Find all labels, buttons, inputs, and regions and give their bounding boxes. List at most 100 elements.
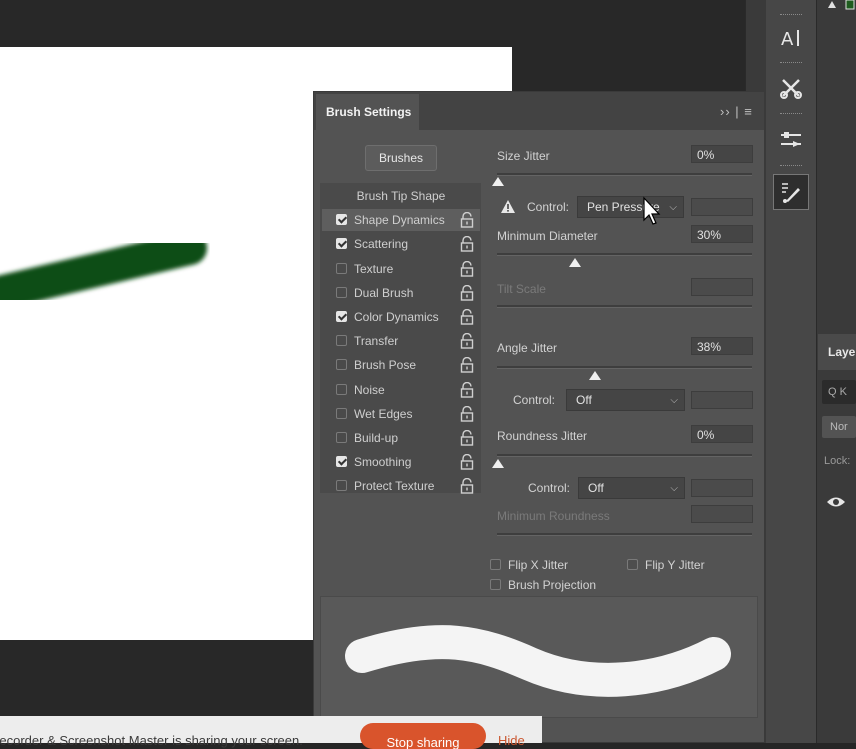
brush-option-label: Transfer bbox=[354, 334, 399, 348]
size-jitter-slider[interactable] bbox=[497, 173, 752, 176]
brush-option-checkbox[interactable] bbox=[336, 408, 347, 419]
brush-settings-icon[interactable] bbox=[773, 174, 809, 210]
mouse-cursor-icon bbox=[643, 196, 661, 225]
blend-mode-select[interactable]: Nor bbox=[822, 416, 856, 438]
brush-option-checkbox[interactable] bbox=[336, 384, 347, 395]
adjustments-icon[interactable] bbox=[770, 122, 812, 158]
lock-icon[interactable] bbox=[460, 430, 474, 446]
minimum-diameter-slider[interactable] bbox=[497, 253, 752, 256]
angle-jitter-field[interactable]: 38% bbox=[691, 337, 753, 355]
tilt-scale-slider bbox=[497, 305, 752, 308]
brush-option-item[interactable]: Protect Texture bbox=[322, 475, 480, 497]
brush-option-label: Texture bbox=[354, 262, 394, 276]
grip-handle[interactable] bbox=[780, 14, 802, 18]
tools-icon[interactable] bbox=[770, 70, 812, 106]
size-jitter-slider-thumb[interactable] bbox=[492, 177, 504, 186]
brush-option-checkbox[interactable] bbox=[336, 214, 347, 225]
lock-icon[interactable] bbox=[460, 309, 474, 325]
document-tab-icon bbox=[828, 0, 855, 10]
brush-option-item[interactable]: Wet Edges bbox=[322, 403, 480, 425]
brush-option-item[interactable]: Brush Pose bbox=[322, 354, 480, 376]
lock-icon[interactable] bbox=[460, 454, 474, 470]
chevron-down-icon: ⌵ bbox=[670, 483, 678, 494]
brush-option-item[interactable]: Dual Brush bbox=[322, 282, 480, 304]
lock-icon[interactable] bbox=[460, 212, 474, 228]
minimum-diameter-field[interactable]: 30% bbox=[691, 225, 753, 243]
minimum-roundness-label: Minimum Roundness bbox=[497, 509, 610, 523]
angle-jitter-slider[interactable] bbox=[497, 366, 752, 369]
lock-icon[interactable] bbox=[460, 333, 474, 349]
minimum-diameter-slider-thumb[interactable] bbox=[569, 258, 581, 267]
layers-filter-input[interactable]: Q K bbox=[822, 380, 856, 404]
brush-option-checkbox[interactable] bbox=[336, 432, 347, 443]
panel-menu-icon[interactable]: ›› | ≡ bbox=[720, 104, 753, 119]
roundness-jitter-field[interactable]: 0% bbox=[691, 425, 753, 443]
brush-option-item[interactable]: Texture bbox=[322, 258, 480, 280]
roundness-jitter-label: Roundness Jitter bbox=[497, 429, 588, 443]
brush-projection-checkbox[interactable] bbox=[490, 579, 501, 590]
flip-y-label: Flip Y Jitter bbox=[645, 558, 705, 572]
hide-link[interactable]: Hide bbox=[498, 733, 525, 748]
angle-control-label: Control: bbox=[513, 393, 556, 407]
roundness-control-label: Control: bbox=[528, 481, 571, 495]
brush-tip-shape-header[interactable]: Brush Tip Shape bbox=[322, 185, 480, 207]
brush-option-item[interactable]: Noise bbox=[322, 379, 480, 401]
brush-option-item[interactable]: Shape Dynamics bbox=[322, 209, 480, 231]
tab-brush-settings[interactable]: Brush Settings bbox=[316, 94, 419, 130]
eye-icon[interactable] bbox=[826, 494, 846, 510]
flip-x-label: Flip X Jitter bbox=[508, 558, 569, 572]
lock-icon[interactable] bbox=[460, 382, 474, 398]
brush-option-label: Protect Texture bbox=[354, 479, 435, 493]
lock-icon[interactable] bbox=[460, 478, 474, 494]
brush-option-checkbox[interactable] bbox=[336, 456, 347, 467]
angle-control-dropdown[interactable]: Off ⌵ bbox=[566, 389, 685, 411]
minimum-roundness-field bbox=[691, 505, 753, 523]
grip-handle[interactable] bbox=[780, 113, 802, 117]
lock-icon[interactable] bbox=[460, 285, 474, 301]
brush-option-checkbox[interactable] bbox=[336, 238, 347, 249]
angle-control-value: Off bbox=[576, 393, 592, 407]
brush-option-checkbox[interactable] bbox=[336, 359, 347, 370]
brush-option-checkbox[interactable] bbox=[336, 287, 347, 298]
brush-option-checkbox[interactable] bbox=[336, 335, 347, 346]
roundness-control-extra-field bbox=[691, 479, 753, 497]
brush-option-label: Brush Tip Shape bbox=[356, 189, 446, 203]
stop-sharing-button[interactable]: Stop sharing bbox=[360, 723, 486, 749]
grip-handle[interactable] bbox=[780, 165, 802, 169]
grip-handle[interactable] bbox=[780, 62, 802, 66]
lock-icon[interactable] bbox=[460, 357, 474, 373]
brush-option-label: Build-up bbox=[354, 431, 399, 445]
lock-icon[interactable] bbox=[460, 261, 474, 277]
brush-option-checkbox[interactable] bbox=[336, 480, 347, 491]
lock-icon[interactable] bbox=[460, 236, 474, 252]
roundness-jitter-slider-thumb[interactable] bbox=[492, 459, 504, 468]
preview-stroke bbox=[345, 625, 731, 697]
size-jitter-field[interactable]: 0% bbox=[691, 145, 753, 163]
brush-option-checkbox[interactable] bbox=[336, 263, 347, 274]
size-control-dropdown[interactable]: Pen Pressure ⌵ bbox=[577, 196, 684, 218]
flip-y-checkbox[interactable] bbox=[627, 559, 638, 570]
brush-option-item[interactable]: Build-up bbox=[322, 427, 480, 449]
brush-option-checkbox[interactable] bbox=[336, 311, 347, 322]
tilt-scale-field bbox=[691, 278, 753, 296]
brush-option-item[interactable]: Color Dynamics bbox=[322, 306, 480, 328]
tab-layers[interactable]: Layers bbox=[818, 334, 856, 370]
brush-projection-label: Brush Projection bbox=[508, 578, 597, 592]
layers-panel bbox=[816, 0, 856, 743]
brush-option-item[interactable]: Smoothing bbox=[322, 451, 480, 473]
brushes-button[interactable]: Brushes bbox=[365, 145, 437, 171]
angle-jitter-slider-thumb[interactable] bbox=[589, 371, 601, 380]
brush-option-item[interactable]: Transfer bbox=[322, 330, 480, 352]
brush-option-label: Scattering bbox=[354, 237, 409, 251]
character-panel-icon[interactable]: A bbox=[770, 20, 812, 56]
size-control-label: Control: bbox=[527, 200, 570, 214]
brush-option-label: Noise bbox=[354, 383, 385, 397]
roundness-jitter-slider[interactable] bbox=[497, 454, 752, 457]
roundness-control-dropdown[interactable]: Off ⌵ bbox=[578, 477, 685, 499]
brush-option-item[interactable]: Scattering bbox=[322, 233, 480, 255]
lock-icon[interactable] bbox=[460, 406, 474, 422]
brush-option-label: Wet Edges bbox=[354, 407, 413, 421]
brush-option-label: Color Dynamics bbox=[354, 310, 439, 324]
flip-x-checkbox[interactable] bbox=[490, 559, 501, 570]
svg-text:A: A bbox=[781, 29, 794, 50]
